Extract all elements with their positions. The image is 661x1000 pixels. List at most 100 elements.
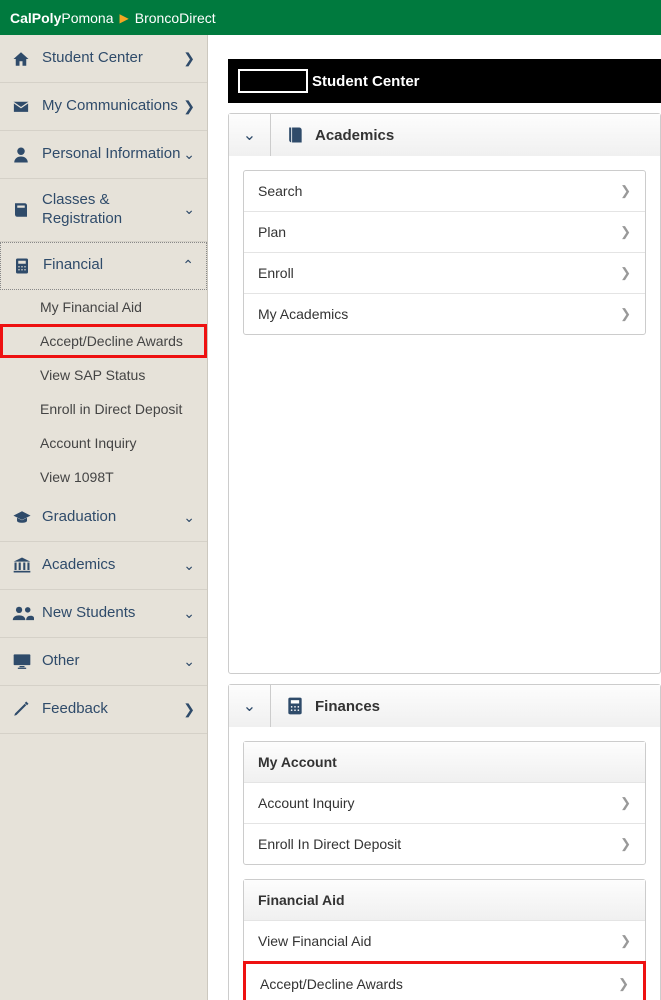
page-title: Student Center [312,73,420,90]
finances-row-enroll-direct-deposit[interactable]: Enroll In Direct Deposit ❯ [244,824,645,864]
chevron-right-icon: ❯ [620,265,631,281]
sidebar-item-feedback[interactable]: Feedback ❯ [0,686,207,734]
sidebar-item-other[interactable]: Other ⌄ [0,638,207,686]
system-name: BroncoDirect [135,10,216,26]
sidebar-item-student-center[interactable]: Student Center ❯ [0,35,207,83]
row-label: Enroll [258,265,294,281]
book-icon [285,125,305,145]
sidebar-item-new-students[interactable]: New Students ⌄ [0,590,207,638]
sidebar-item-label: My Communications [42,97,183,116]
chevron-right-icon: ❯ [620,183,631,199]
finances-section: ⌄ Finances My Account Account Inquiry ❯ [228,684,661,1000]
graduation-cap-icon [12,509,34,525]
finances-section-header: ⌄ Finances [229,685,660,727]
financial-aid-list: Financial Aid View Financial Aid ❯ Accep… [243,879,646,1000]
chevron-up-icon: ⌃ [182,257,194,274]
sidebar-item-label: Academics [42,556,183,575]
academics-section-header: ⌄ Academics [229,114,660,156]
sidebar-item-label: Graduation [42,508,183,527]
sub-item-enroll-direct-deposit[interactable]: Enroll in Direct Deposit [0,392,207,426]
row-label: Financial Aid [258,892,345,908]
book-icon [12,201,34,219]
org-bold: CalPoly [10,10,61,26]
financial-sub-menu: My Financial Aid Accept/Decline Awards V… [0,290,207,494]
sidebar-item-academics[interactable]: Academics ⌄ [0,542,207,590]
monitor-icon [12,652,34,670]
sub-item-view-sap-status[interactable]: View SAP Status [0,358,207,392]
home-icon [12,50,34,68]
chevron-down-icon: ⌄ [183,557,195,574]
chevron-down-icon: ⌄ [183,146,195,163]
chevron-right-icon: ❯ [620,795,631,811]
finances-row-view-financial-aid[interactable]: View Financial Aid ❯ [244,921,645,962]
chevron-down-icon: ⌄ [183,653,195,670]
chevron-down-icon: ⌄ [183,201,195,218]
breadcrumb-caret-icon: ▶ [120,11,129,25]
org-logo: CalPolyPomona [10,10,114,26]
financial-aid-header: Financial Aid [244,880,645,921]
global-header: CalPolyPomona ▶ BroncoDirect [0,0,661,35]
sub-item-my-financial-aid[interactable]: My Financial Aid [0,290,207,324]
chevron-down-icon: ⌄ [243,125,256,145]
chevron-down-icon: ⌄ [243,696,256,716]
chevron-down-icon: ⌄ [183,605,195,622]
my-account-list: My Account Account Inquiry ❯ Enroll In D… [243,741,646,865]
academics-row-search[interactable]: Search ❯ [244,171,645,212]
chevron-down-icon: ⌄ [183,509,195,526]
org-rest: Pomona [61,10,113,26]
finances-row-accept-decline-awards[interactable]: Accept/Decline Awards ❯ [243,961,646,1000]
academics-row-plan[interactable]: Plan ❯ [244,212,645,253]
chevron-right-icon: ❯ [183,98,195,115]
calculator-icon [13,257,35,275]
academics-row-enroll[interactable]: Enroll ❯ [244,253,645,294]
row-label: Enroll In Direct Deposit [258,836,401,852]
sub-item-accept-decline-awards[interactable]: Accept/Decline Awards [0,324,207,358]
chevron-right-icon: ❯ [183,50,195,67]
sidebar: Student Center ❯ My Communications ❯ Per… [0,35,208,1000]
sub-item-view-1098t[interactable]: View 1098T [0,460,207,494]
section-title: Finances [315,698,380,715]
row-label: View Financial Aid [258,933,371,949]
sidebar-item-label: Classes & Registration [42,191,183,229]
redacted-name-box [238,69,308,93]
row-label: My Account [258,754,337,770]
row-label: Accept/Decline Awards [260,976,403,992]
page-title-bar: Student Center [228,59,661,103]
collapse-finances-button[interactable]: ⌄ [229,685,271,727]
pencil-icon [12,700,34,718]
sidebar-item-personal-information[interactable]: Personal Information ⌄ [0,131,207,179]
collapse-academics-button[interactable]: ⌄ [229,114,271,156]
chevron-right-icon: ❯ [183,701,195,718]
institution-icon [12,556,34,574]
sidebar-item-classes-registration[interactable]: Classes & Registration ⌄ [0,179,207,242]
row-label: Search [258,183,302,199]
sidebar-item-my-communications[interactable]: My Communications ❯ [0,83,207,131]
finances-row-account-inquiry[interactable]: Account Inquiry ❯ [244,783,645,824]
sidebar-item-label: Student Center [42,49,183,68]
sidebar-item-label: Personal Information [42,145,183,164]
chevron-right-icon: ❯ [620,306,631,322]
main-content: Student Center ⌄ Academics Search ❯ [208,35,661,1000]
sidebar-item-financial[interactable]: Financial ⌃ [0,242,207,290]
envelope-icon [12,100,34,114]
chevron-right-icon: ❯ [620,224,631,240]
users-icon [12,605,34,621]
sidebar-item-label: New Students [42,604,183,623]
sub-item-account-inquiry[interactable]: Account Inquiry [0,426,207,460]
sidebar-item-label: Financial [43,256,182,275]
chevron-right-icon: ❯ [620,836,631,852]
calculator-icon [285,696,305,716]
section-title: Academics [315,127,394,144]
sidebar-item-label: Feedback [42,700,183,719]
row-label: Plan [258,224,286,240]
person-icon [12,146,34,164]
sidebar-item-graduation[interactable]: Graduation ⌄ [0,494,207,542]
academics-list: Search ❯ Plan ❯ Enroll ❯ My Academics ❯ [243,170,646,335]
row-label: My Academics [258,306,348,322]
chevron-right-icon: ❯ [620,933,631,949]
chevron-right-icon: ❯ [618,976,629,992]
academics-section: ⌄ Academics Search ❯ Plan ❯ [228,113,661,674]
row-label: Account Inquiry [258,795,355,811]
academics-row-my-academics[interactable]: My Academics ❯ [244,294,645,334]
my-account-header: My Account [244,742,645,783]
